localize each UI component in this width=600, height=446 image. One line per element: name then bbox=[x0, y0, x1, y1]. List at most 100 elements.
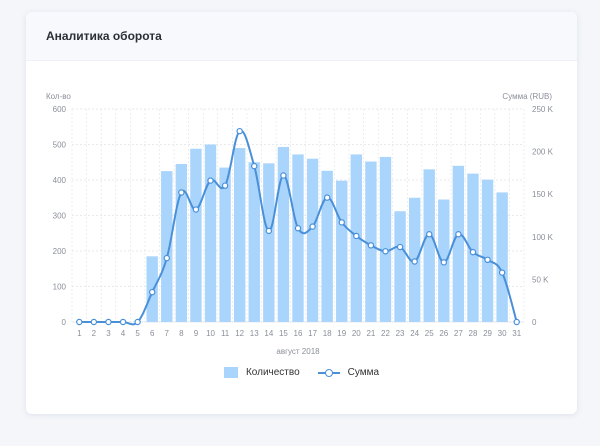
x-tick-label: 11 bbox=[221, 329, 230, 338]
x-tick-label: 21 bbox=[366, 329, 375, 338]
bar bbox=[161, 171, 173, 322]
sum-point bbox=[221, 182, 229, 189]
legend-item-sum[interactable]: Сумма bbox=[317, 367, 380, 378]
bar bbox=[219, 167, 231, 322]
sum-point bbox=[236, 127, 243, 135]
sum-point bbox=[396, 243, 404, 251]
sum-point bbox=[251, 162, 258, 170]
x-tick-label: 26 bbox=[439, 329, 448, 338]
x-tick-label: 31 bbox=[512, 329, 521, 338]
y-tick-label-left: 200 bbox=[53, 247, 67, 256]
x-tick-label: 10 bbox=[206, 329, 215, 338]
sum-point bbox=[440, 259, 448, 266]
bar bbox=[336, 180, 348, 322]
x-tick-label: 4 bbox=[121, 329, 126, 338]
bar bbox=[233, 148, 246, 322]
x-tick-label: 24 bbox=[410, 329, 419, 338]
x-tick-label: 30 bbox=[498, 329, 507, 338]
x-tick-label: 3 bbox=[106, 329, 111, 338]
y-axis-left-title: Кол-во bbox=[46, 92, 71, 101]
x-tick-label: 15 bbox=[279, 329, 288, 338]
x-tick-label: 9 bbox=[194, 329, 199, 338]
y-tick-label-left: 0 bbox=[62, 318, 67, 327]
bar bbox=[423, 169, 435, 322]
sum-point bbox=[178, 189, 185, 196]
sum-point bbox=[367, 242, 375, 249]
x-tick-label: 22 bbox=[381, 329, 390, 338]
bar bbox=[365, 161, 377, 322]
sum-point bbox=[265, 227, 273, 235]
sum-point bbox=[469, 248, 477, 256]
x-tick-label: 17 bbox=[308, 329, 317, 338]
sum-point bbox=[76, 318, 83, 326]
legend-bar-swatch bbox=[223, 367, 238, 378]
turnover-chart: Кол-во Сумма (RUB) 0 100 200 300 400 500 600 0 50 … bbox=[46, 92, 554, 356]
sum-point bbox=[192, 206, 200, 213]
bar bbox=[481, 179, 494, 322]
x-tick-label: 23 bbox=[396, 329, 405, 338]
sum-point bbox=[411, 258, 418, 265]
sum-point bbox=[309, 223, 316, 230]
sum-point bbox=[280, 172, 287, 179]
y-tick-label-left: 300 bbox=[53, 212, 67, 221]
x-tick-label: 8 bbox=[179, 329, 184, 338]
bar bbox=[306, 158, 319, 322]
sum-point bbox=[498, 269, 506, 276]
sum-point bbox=[323, 194, 331, 201]
legend-line-marker-icon bbox=[317, 368, 340, 378]
bar bbox=[292, 154, 304, 322]
chart-legend: Количество Сумма bbox=[26, 367, 577, 378]
y-tick-label-right: 100 K bbox=[532, 233, 554, 242]
y-tick-label-right: 250 K bbox=[532, 105, 554, 114]
sum-point bbox=[338, 219, 345, 226]
x-tick-label: 1 bbox=[77, 329, 82, 338]
sum-point bbox=[455, 231, 462, 238]
bar bbox=[496, 192, 508, 322]
bar bbox=[175, 164, 188, 322]
sum-point bbox=[513, 318, 520, 326]
bar bbox=[321, 170, 333, 322]
sum-point bbox=[426, 231, 433, 238]
x-tick-label: 5 bbox=[135, 329, 140, 338]
sum-point bbox=[148, 288, 156, 296]
bar bbox=[394, 211, 406, 322]
legend-quantity-label: Количество bbox=[245, 367, 300, 378]
y-tick-label-left: 600 bbox=[53, 105, 67, 114]
bar bbox=[452, 165, 465, 322]
y-tick-label-left: 400 bbox=[53, 176, 67, 185]
sum-point bbox=[382, 248, 389, 255]
y-tick-label-right: 50 K bbox=[532, 275, 549, 284]
x-tick-label: 29 bbox=[483, 329, 492, 338]
bar bbox=[204, 144, 217, 322]
sum-point bbox=[294, 225, 302, 232]
x-tick-label: 12 bbox=[235, 329, 244, 338]
x-tick-label: 18 bbox=[323, 329, 332, 338]
sum-point bbox=[119, 318, 127, 326]
x-tick-label: 28 bbox=[469, 329, 478, 338]
turnover-analytics-card: Аналитика оборота Кол-во Сумма (RUB) 0 100 2… bbox=[26, 12, 577, 414]
sum-point bbox=[134, 318, 141, 326]
sum-point bbox=[105, 318, 112, 326]
sum-point bbox=[207, 177, 214, 184]
x-tick-label: 20 bbox=[352, 329, 361, 338]
bar bbox=[190, 148, 202, 322]
y-tick-label-left: 100 bbox=[53, 283, 67, 292]
y-axis-right-title: Сумма (RUB) bbox=[502, 92, 552, 101]
sum-point bbox=[163, 254, 170, 262]
sum-point bbox=[90, 318, 98, 326]
x-tick-label: 14 bbox=[264, 329, 273, 338]
sum-point bbox=[353, 232, 360, 240]
x-tick-label: 6 bbox=[150, 329, 155, 338]
legend-item-quantity[interactable]: Количество bbox=[223, 367, 300, 378]
legend-sum-label: Сумма bbox=[347, 367, 380, 378]
y-tick-label-right: 0 bbox=[532, 318, 537, 327]
y-tick-label-right: 150 K bbox=[532, 190, 554, 199]
x-tick-label: 19 bbox=[337, 329, 346, 338]
y-tick-label-left: 500 bbox=[53, 141, 67, 150]
x-tick-label: 27 bbox=[454, 329, 463, 338]
x-tick-label: 2 bbox=[92, 329, 97, 338]
x-tick-label: 25 bbox=[425, 329, 434, 338]
sum-point bbox=[484, 256, 491, 264]
bar bbox=[379, 156, 392, 322]
y-tick-label-right: 200 K bbox=[532, 148, 554, 157]
